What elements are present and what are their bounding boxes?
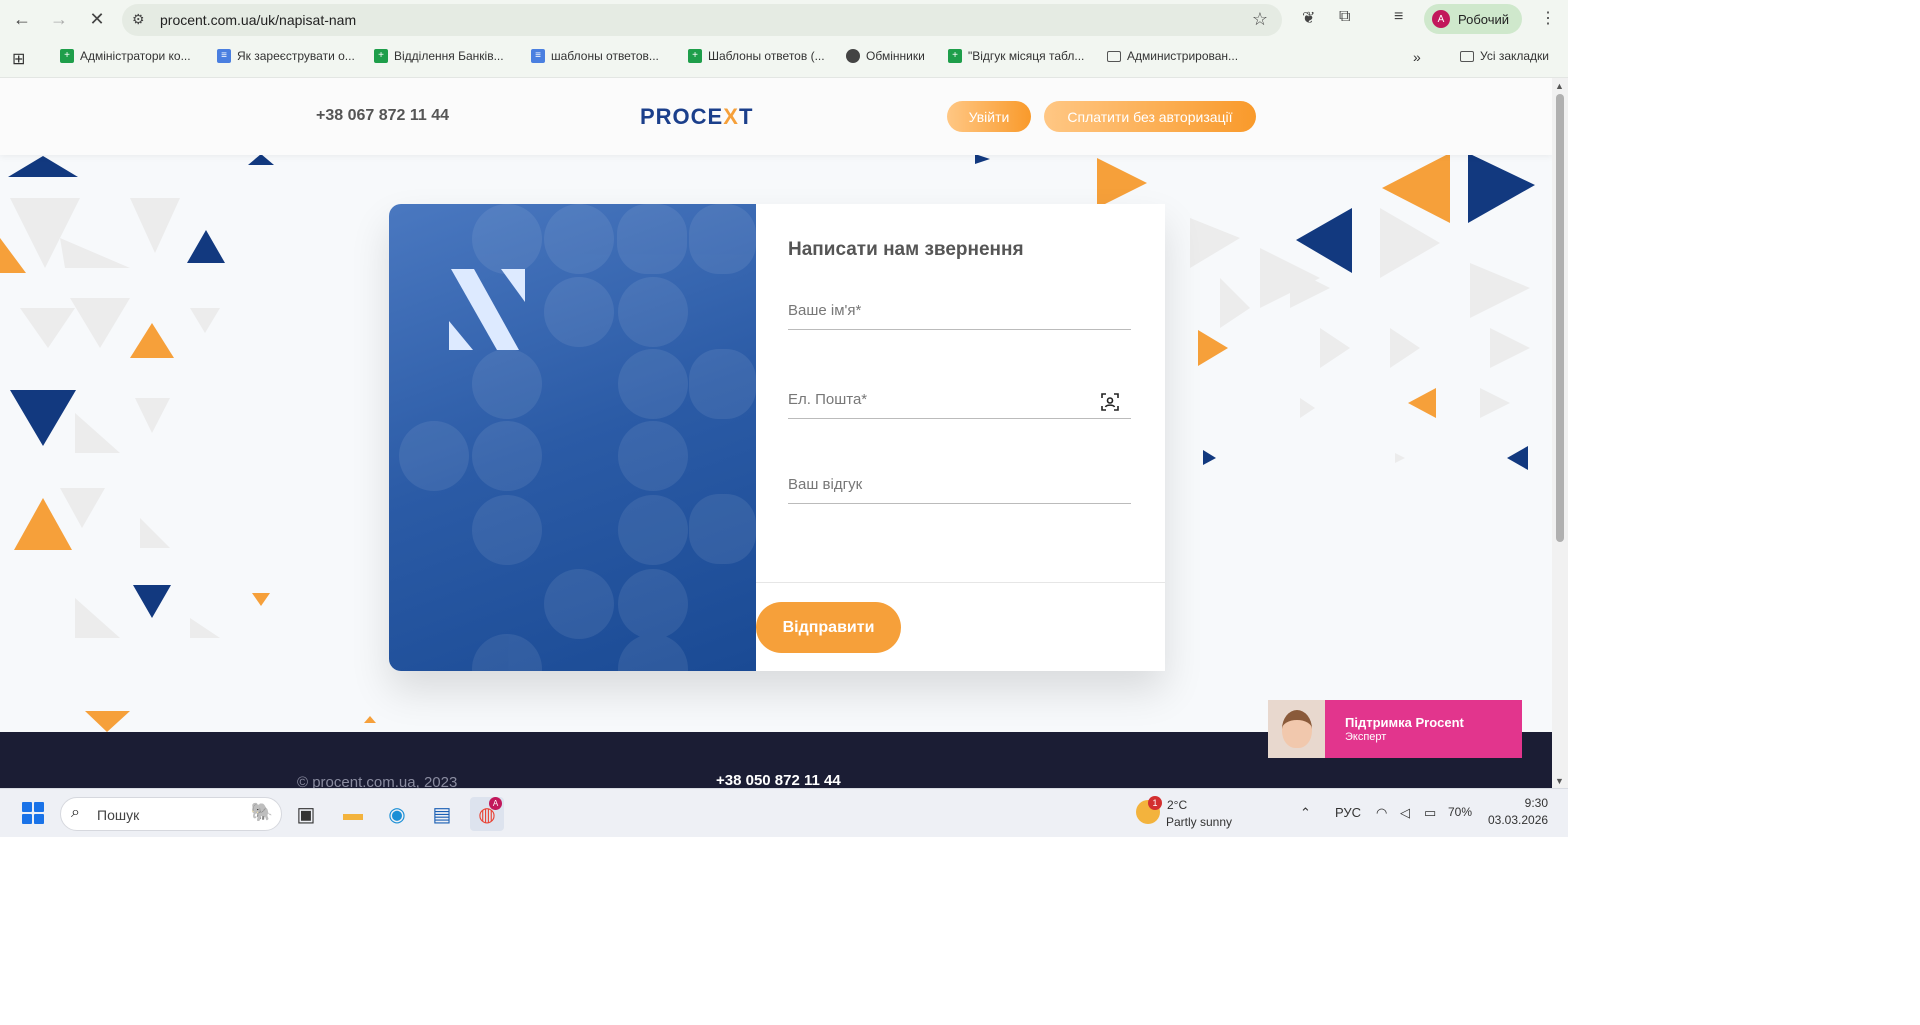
windows-taskbar: ⌕ Пошук 🐘 ▣ ▬ ◉ ▤ ◍ A 1 2°C Partly sunny … — [0, 788, 1568, 837]
support-subtitle: Эксперт — [1345, 731, 1387, 743]
pattern-illustration — [399, 204, 756, 671]
windows-start-icon[interactable] — [22, 802, 44, 824]
contact-card: Написати нам звернення Ваше ім'я* Ел. По… — [389, 204, 1165, 671]
taskbar-search[interactable]: ⌕ Пошук 🐘 — [60, 797, 282, 831]
bookmarks-bar: ⊞ + Адміністратори ко... ≡ Як зареєструват… — [0, 42, 1568, 72]
bookmarks-overflow-button[interactable]: » — [1413, 49, 1421, 65]
scroll-down-icon[interactable]: ▼ — [1555, 776, 1564, 786]
site-header: +38 067 872 11 44 PROCEXT Увійти Сплатит… — [0, 78, 1552, 155]
microsoft-store-icon[interactable]: ▤ — [425, 797, 459, 831]
web-page: +38 067 872 11 44 PROCEXT Увійти Сплатит… — [0, 78, 1552, 788]
bookmark-item[interactable]: Обмінники — [846, 49, 925, 63]
pay-without-auth-button[interactable]: Сплатити без авторизації — [1044, 101, 1256, 132]
weather-desc: Partly sunny — [1166, 815, 1233, 829]
extension-leaf-icon[interactable]: ❦ — [1302, 8, 1315, 28]
support-box[interactable]: Підтримка Procent Эксперт — [1325, 700, 1522, 758]
chrome-profile-badge: A — [489, 797, 502, 810]
sheets-icon: + — [948, 49, 962, 63]
extensions-puzzle-icon[interactable]: ⧉ — [1339, 8, 1350, 26]
chrome-taskbar-icon[interactable]: ◍ A — [470, 797, 504, 831]
autofill-contact-icon[interactable] — [1101, 393, 1119, 416]
system-clock[interactable]: 9:30 03.03.2026 — [1488, 796, 1548, 827]
tray-chevron-up-icon[interactable]: ⌃ — [1300, 805, 1311, 821]
bookmark-item[interactable]: Администрирован... — [1107, 49, 1238, 63]
bookmark-star-icon[interactable]: ☆ — [1252, 9, 1268, 30]
stop-loading-icon[interactable]: ✕ — [84, 6, 110, 32]
globe-icon — [846, 49, 860, 63]
browser-toolbar: ← → ✕ ⚙ procent.com.ua/uk/napisat-nam ☆ … — [0, 0, 1568, 38]
sheets-icon: + — [60, 49, 74, 63]
all-bookmarks-button[interactable]: Усі закладки — [1460, 49, 1549, 63]
url-text[interactable]: procent.com.ua/uk/napisat-nam — [160, 12, 356, 28]
bookmark-item[interactable]: + Відділення Банків... — [374, 49, 504, 63]
login-button[interactable]: Увійти — [947, 101, 1031, 132]
procent-logo[interactable]: PROCEXT — [640, 104, 753, 130]
sheets-icon: + — [688, 49, 702, 63]
footer-copyright: © procent.com.ua, 2023 — [297, 774, 458, 788]
site-info-icon[interactable]: ⚙ — [132, 11, 145, 28]
taskbar-search-text: Пошук — [97, 807, 140, 823]
search-icon: ⌕ — [71, 804, 80, 821]
sheets-icon: + — [374, 49, 388, 63]
back-arrow-icon[interactable]: ← — [9, 6, 35, 32]
media-control-icon[interactable]: ≡ — [1394, 8, 1403, 26]
page-scrollbar[interactable]: ▲ ▼ — [1552, 78, 1568, 788]
support-avatar — [1268, 700, 1325, 758]
email-field[interactable]: Ел. Пошта* — [788, 379, 1131, 419]
feedback-placeholder: Ваш відгук — [788, 476, 863, 493]
file-explorer-icon[interactable]: ▬ — [336, 797, 370, 831]
name-placeholder: Ваше ім'я* — [788, 302, 862, 319]
submit-button[interactable]: Відправити — [756, 602, 901, 653]
contact-form: Написати нам звернення Ваше ім'я* Ел. По… — [756, 204, 1165, 671]
bookmark-item[interactable]: + Шаблоны ответов (... — [688, 49, 825, 63]
docs-icon: ≡ — [531, 49, 545, 63]
feedback-field[interactable]: Ваш відгук — [788, 464, 1131, 504]
support-widget[interactable]: Підтримка Procent Эксперт — [1268, 700, 1522, 758]
bookmark-item[interactable]: ≡ Як зареєструвати о... — [217, 49, 355, 63]
profile-label: Робочий — [1458, 11, 1510, 27]
address-bar[interactable]: ⚙ procent.com.ua/uk/napisat-nam ☆ — [122, 4, 1282, 36]
volume-icon[interactable]: ◁ — [1400, 805, 1410, 821]
clock-time: 9:30 — [1524, 796, 1548, 810]
name-field[interactable]: Ваше ім'я* — [788, 290, 1131, 330]
weather-badge: 1 — [1148, 796, 1162, 810]
weather-temp: 2°C — [1167, 798, 1188, 812]
task-view-icon[interactable]: ▣ — [289, 797, 323, 831]
form-divider — [756, 582, 1165, 583]
browser-chrome: ← → ✕ ⚙ procent.com.ua/uk/napisat-nam ☆ … — [0, 0, 1568, 78]
bookmark-item[interactable]: + "Відгук місяця табл... — [948, 49, 1084, 63]
battery-icon[interactable]: ▭ — [1424, 805, 1436, 821]
scroll-up-icon[interactable]: ▲ — [1555, 81, 1564, 91]
search-highlight-elephants-icon: 🐘 — [250, 802, 273, 822]
folder-icon — [1107, 50, 1121, 62]
wifi-icon[interactable]: ◠ — [1376, 805, 1387, 821]
apps-grid-icon[interactable]: ⊞ — [12, 49, 25, 69]
footer-phone[interactable]: +38 050 872 11 44 — [716, 772, 841, 788]
form-title: Написати нам звернення — [788, 239, 1024, 260]
folder-icon — [1460, 50, 1474, 62]
header-phone[interactable]: +38 067 872 11 44 — [316, 107, 449, 125]
scrollbar-thumb[interactable] — [1556, 94, 1564, 542]
card-illustration — [389, 204, 756, 671]
input-language[interactable]: РУС — [1335, 805, 1361, 820]
forward-arrow-icon[interactable]: → — [46, 6, 72, 32]
bookmark-item[interactable]: + Адміністратори ко... — [60, 49, 191, 63]
brand-mark-icon — [449, 269, 525, 350]
profile-avatar: A — [1432, 10, 1450, 28]
browser-menu-icon[interactable]: ⋮ — [1540, 8, 1556, 28]
support-title: Підтримка Procent — [1345, 715, 1464, 730]
clock-date: 03.03.2026 — [1488, 813, 1549, 827]
bookmark-item[interactable]: ≡ шаблоны ответов... — [531, 49, 659, 63]
docs-icon: ≡ — [217, 49, 231, 63]
profile-button[interactable]: A Робочий — [1424, 4, 1522, 34]
battery-percent: 70% — [1448, 805, 1473, 819]
email-placeholder: Ел. Пошта* — [788, 391, 868, 408]
edge-browser-icon[interactable]: ◉ — [380, 797, 414, 831]
